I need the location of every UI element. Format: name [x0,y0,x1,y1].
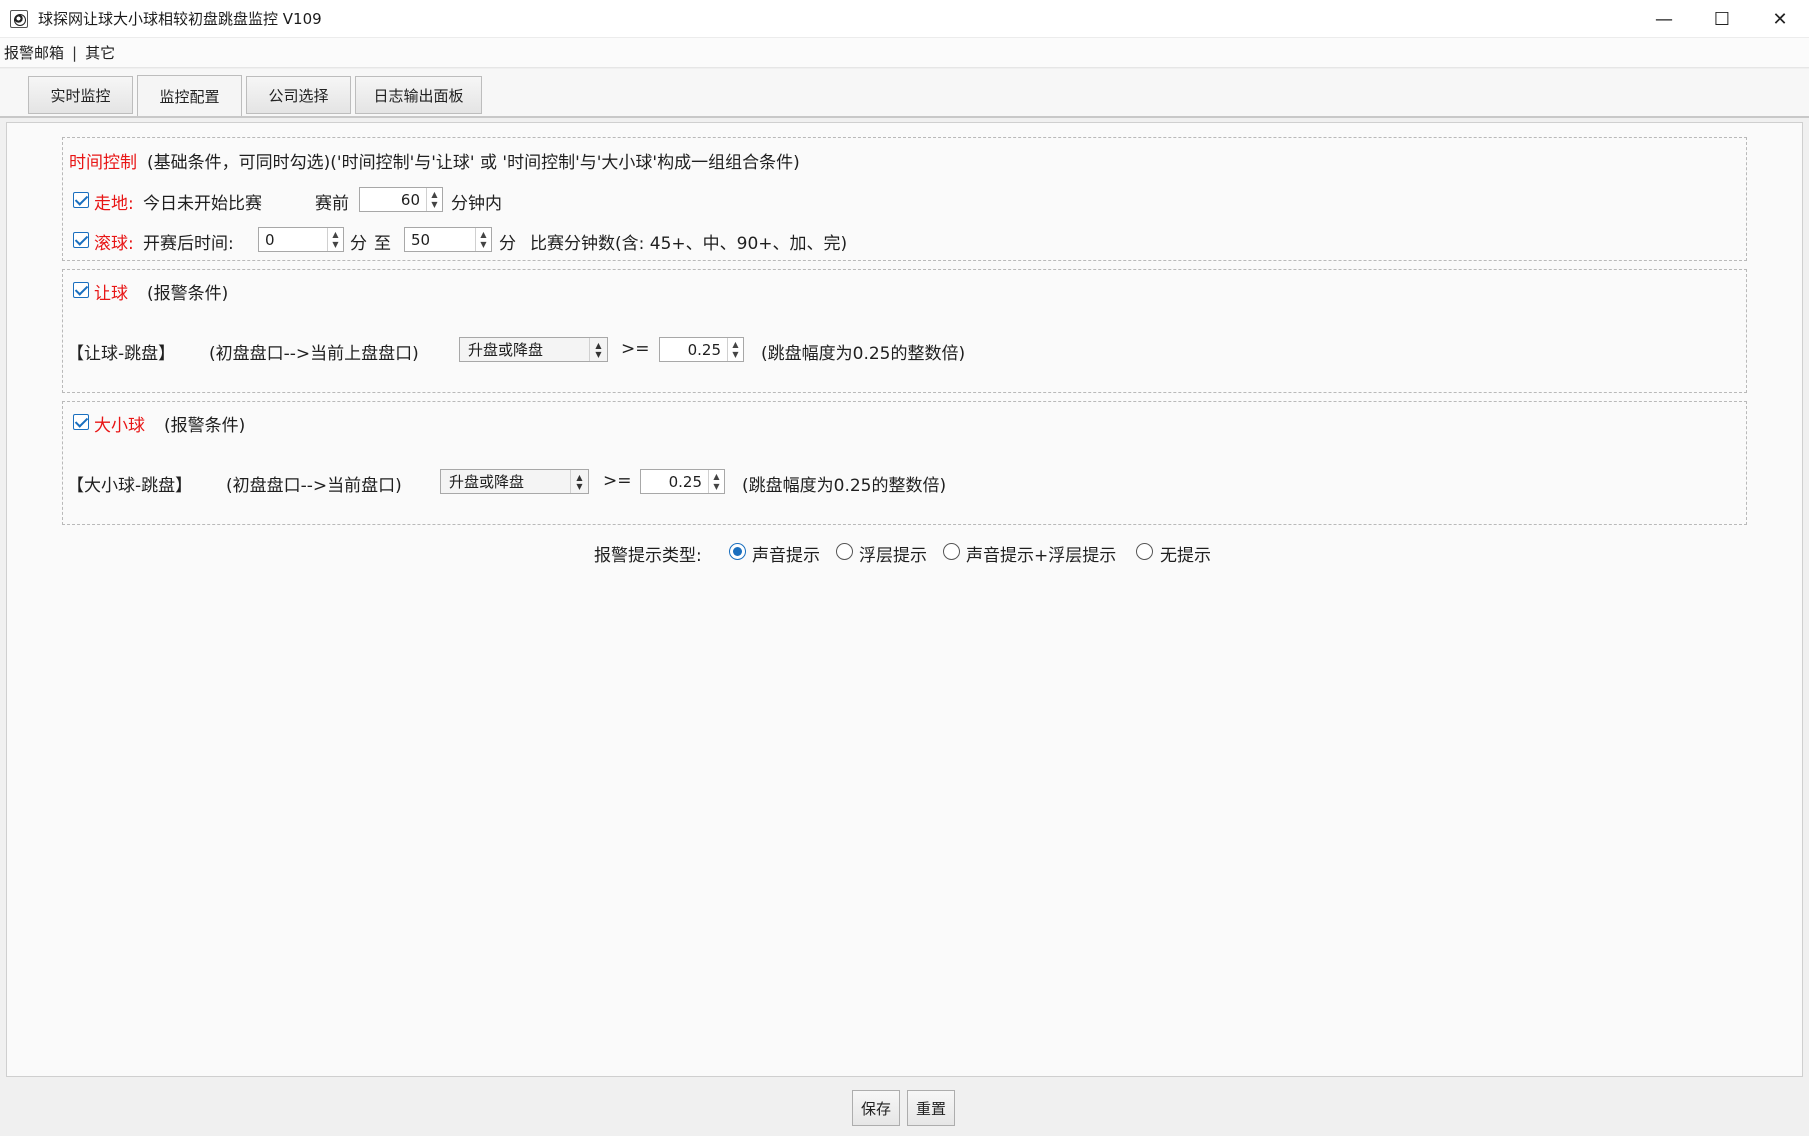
radio-no-alert-label[interactable]: 无提示 [1160,541,1211,566]
tab-log-output[interactable]: 日志输出面板 [355,76,482,114]
alert-type-label: 报警提示类型: [594,546,702,566]
gunqiu-to-value: 50 [411,230,431,249]
gunqiu-from-value: 0 [265,230,275,249]
rangqiu-value-stepper[interactable]: 0.25 ▲ ▼ [659,337,744,362]
menu-item-alert-email[interactable]: 报警邮箱 [4,42,64,63]
rangqiu-direction-select[interactable]: 升盘或降盘 ▲ ▼ [459,337,608,362]
window-controls: — ☐ ✕ [1635,0,1809,38]
stepper-arrows-icon[interactable]: ▲ ▼ [475,228,491,251]
zoudi-desc: 今日未开始比赛 [143,194,262,214]
time-control-desc: (基础条件，可同时勾选)('时间控制'与'让球' 或 '时间控制'与'大小球'构… [147,153,800,173]
time-control-group: 时间控制 (基础条件，可同时勾选)('时间控制'与'让球' 或 '时间控制'与'… [62,137,1747,261]
gunqiu-unit1: 分 [350,234,367,254]
select-arrows-icon: ▲ ▼ [570,470,588,493]
rangqiu-note: (跳盘幅度为0.25的整数倍) [761,344,966,364]
select-arrows-icon: ▲ ▼ [589,338,607,361]
stepper-arrows-icon[interactable]: ▲ ▼ [426,188,442,211]
gunqiu-to-label: 至 [374,234,391,254]
rangqiu-row-desc: (初盘盘口-->当前上盘盘口) [209,344,419,364]
minimize-button[interactable]: — [1635,0,1693,38]
daxiao-op: >= [603,471,632,491]
window-title: 球探网让球大小球相较初盘跳盘监控 V109 [38,10,322,28]
soccer-ball-icon [10,9,28,28]
gunqiu-to-stepper[interactable]: 50 ▲ ▼ [404,227,492,252]
reset-button[interactable]: 重置 [907,1090,955,1126]
tab-realtime-monitor[interactable]: 实时监控 [28,76,133,114]
zoudi-minutes-stepper[interactable]: 60 ▲ ▼ [359,187,443,212]
menu-separator: | [72,43,78,62]
stepper-arrows-icon[interactable]: ▲ ▼ [327,228,343,251]
save-button[interactable]: 保存 [852,1090,900,1126]
maximize-button[interactable]: ☐ [1693,0,1751,38]
rangqiu-direction-value: 升盘或降盘 [468,341,544,359]
radio-sound-alert[interactable] [729,543,746,560]
daxiao-direction-value: 升盘或降盘 [449,473,525,491]
gunqiu-desc: 开赛后时间: [143,234,234,254]
tab-strip: 实时监控 监控配置 公司选择 日志输出面板 [0,69,1809,117]
gunqiu-note: 比赛分钟数(含: 45+、中、90+、加、完) [530,234,848,254]
rangqiu-value: 0.25 [687,340,721,359]
gunqiu-from-stepper[interactable]: 0 ▲ ▼ [258,227,344,252]
title-bar: 球探网让球大小球相较初盘跳盘监控 V109 — ☐ ✕ [0,0,1809,38]
daxiao-value: 0.25 [668,472,702,491]
config-panel: 时间控制 (基础条件，可同时勾选)('时间控制'与'让球' 或 '时间控制'与'… [6,122,1803,1077]
zoudi-suffix: 分钟内 [451,194,502,214]
zoudi-checkbox[interactable] [73,192,89,208]
daxiao-checkbox[interactable] [73,414,89,430]
daxiao-direction-select[interactable]: 升盘或降盘 ▲ ▼ [440,469,589,494]
gunqiu-unit2: 分 [499,234,516,254]
tab-monitor-config[interactable]: 监控配置 [137,75,242,116]
radio-sound-popup-alert[interactable] [943,543,960,560]
radio-popup-alert[interactable] [836,543,853,560]
radio-popup-alert-label[interactable]: 浮层提示 [859,541,927,566]
daxiao-group: 大小球 (报警条件) 【大小球-跳盘】 (初盘盘口-->当前盘口) 升盘或降盘 … [62,401,1747,525]
gunqiu-checkbox[interactable] [73,232,89,248]
daxiao-row-desc: (初盘盘口-->当前盘口) [226,476,402,496]
tab-divider [0,116,1809,118]
zoudi-minutes-value: 60 [400,190,420,209]
close-button[interactable]: ✕ [1751,0,1809,38]
gunqiu-label: 滚球: [94,234,134,254]
rangqiu-desc: (报警条件) [147,284,229,304]
zoudi-label: 走地: [94,194,134,214]
rangqiu-op: >= [621,339,650,359]
radio-sound-alert-label[interactable]: 声音提示 [752,541,820,566]
menu-bar: 报警邮箱 | 其它 [0,38,1809,68]
rangqiu-group: 让球 (报警条件) 【让球-跳盘】 (初盘盘口-->当前上盘盘口) 升盘或降盘 … [62,269,1747,393]
daxiao-desc: (报警条件) [164,416,246,436]
tab-company-select[interactable]: 公司选择 [246,76,351,114]
radio-sound-popup-alert-label[interactable]: 声音提示+浮层提示 [966,541,1116,566]
daxiao-value-stepper[interactable]: 0.25 ▲ ▼ [640,469,725,494]
stepper-arrows-icon[interactable]: ▲ ▼ [727,338,743,361]
menu-item-other[interactable]: 其它 [85,42,115,63]
radio-no-alert[interactable] [1136,543,1153,560]
stepper-arrows-icon[interactable]: ▲ ▼ [708,470,724,493]
daxiao-note: (跳盘幅度为0.25的整数倍) [742,476,947,496]
rangqiu-title: 让球 [94,284,128,304]
time-control-title: 时间控制 [69,153,137,173]
rangqiu-row-label: 【让球-跳盘】 [67,344,176,364]
zoudi-pre-label: 赛前 [315,194,349,214]
rangqiu-checkbox[interactable] [73,282,89,298]
daxiao-row-label: 【大小球-跳盘】 [67,476,193,496]
daxiao-title: 大小球 [94,416,145,436]
